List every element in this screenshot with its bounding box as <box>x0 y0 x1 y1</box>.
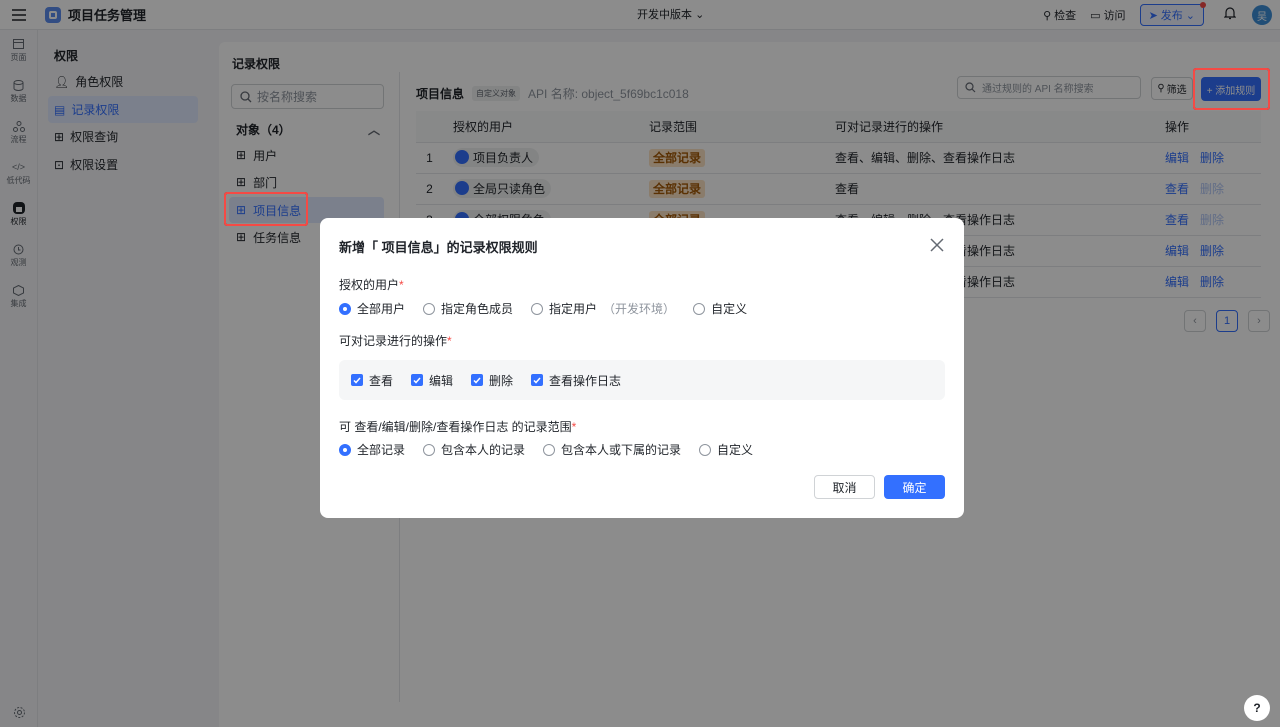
users-radio-group: 全部用户 指定角色成员 指定用户 （开发环境） 自定义 <box>339 300 765 317</box>
radio-dot <box>531 302 544 315</box>
radio-label: 指定用户 <box>549 302 598 316</box>
help-icon[interactable]: ? <box>1244 695 1270 721</box>
radio-label: 包含本人的记录 <box>441 443 526 457</box>
checkbox-view[interactable]: 查看 <box>351 372 393 389</box>
highlight-box-add-rule-overlay <box>1193 68 1270 110</box>
checkbox-label: 编辑 <box>429 373 454 388</box>
checkbox-checked-icon <box>411 374 424 386</box>
ops-label-text: 可对记录进行的操作 <box>339 334 448 348</box>
scope-label: 可 查看/编辑/删除/查看操作日志 的记录范围* <box>339 418 576 435</box>
radio-dot <box>423 443 436 456</box>
confirm-button[interactable]: 确定 <box>884 475 945 499</box>
required-mark: * <box>399 278 404 292</box>
radio-custom-scope[interactable]: 自定义 <box>699 441 753 458</box>
checkbox-delete[interactable]: 删除 <box>471 372 513 389</box>
radio-all-records[interactable]: 全部记录 <box>339 441 405 458</box>
dialog-title: 新增「 项目信息」的记录权限规则 <box>339 240 538 255</box>
radio-label: 全部用户 <box>357 302 406 316</box>
radio-role-members[interactable]: 指定角色成员 <box>423 300 513 317</box>
radio-dot <box>693 302 706 315</box>
checkbox-checked-icon <box>531 374 544 386</box>
checkbox-label: 查看 <box>369 373 394 388</box>
radio-label: 自定义 <box>717 443 754 457</box>
ops-label: 可对记录进行的操作* <box>339 332 452 349</box>
users-label-text: 授权的用户 <box>339 278 400 292</box>
radio-label: 全部记录 <box>357 443 406 457</box>
checkbox-edit[interactable]: 编辑 <box>411 372 453 389</box>
add-rule-dialog: 新增「 项目信息」的记录权限规则 授权的用户* 全部用户 指定角色成员 指定用户… <box>320 218 964 518</box>
scope-label-text: 可 查看/编辑/删除/查看操作日志 的记录范围 <box>339 420 572 434</box>
checkbox-label: 删除 <box>489 373 514 388</box>
radio-own-records[interactable]: 包含本人的记录 <box>423 441 525 458</box>
radio-dot <box>543 443 556 456</box>
highlight-box-project-info-overlay <box>224 192 308 226</box>
radio-label: 自定义 <box>711 302 748 316</box>
radio-dot <box>339 302 351 315</box>
radio-all-users[interactable]: 全部用户 <box>339 300 405 317</box>
users-label: 授权的用户* <box>339 276 404 293</box>
radio-label: 指定角色成员 <box>441 302 514 316</box>
checkbox-label: 查看操作日志 <box>549 373 622 388</box>
scope-radio-group: 全部记录 包含本人的记录 包含本人或下属的记录 自定义 <box>339 441 771 458</box>
checkbox-checked-icon <box>351 374 363 386</box>
radio-dot <box>423 302 436 315</box>
checkbox-checked-icon <box>471 374 484 386</box>
radio-dot <box>699 443 712 456</box>
required-mark: * <box>447 334 452 348</box>
radio-own-or-subordinate-records[interactable]: 包含本人或下属的记录 <box>543 441 681 458</box>
radio-specific-users[interactable]: 指定用户 （开发环境） <box>531 300 675 317</box>
radio-hint: （开发环境） <box>603 302 676 316</box>
checkbox-view-log[interactable]: 查看操作日志 <box>531 372 621 389</box>
radio-dot <box>339 443 351 456</box>
required-mark: * <box>571 420 577 434</box>
radio-label: 包含本人或下属的记录 <box>561 443 682 457</box>
radio-custom-users[interactable]: 自定义 <box>693 300 747 317</box>
close-icon[interactable] <box>928 236 946 254</box>
cancel-button[interactable]: 取消 <box>814 475 875 499</box>
ops-checkbox-group: 查看 编辑 删除 查看操作日志 <box>339 360 945 400</box>
